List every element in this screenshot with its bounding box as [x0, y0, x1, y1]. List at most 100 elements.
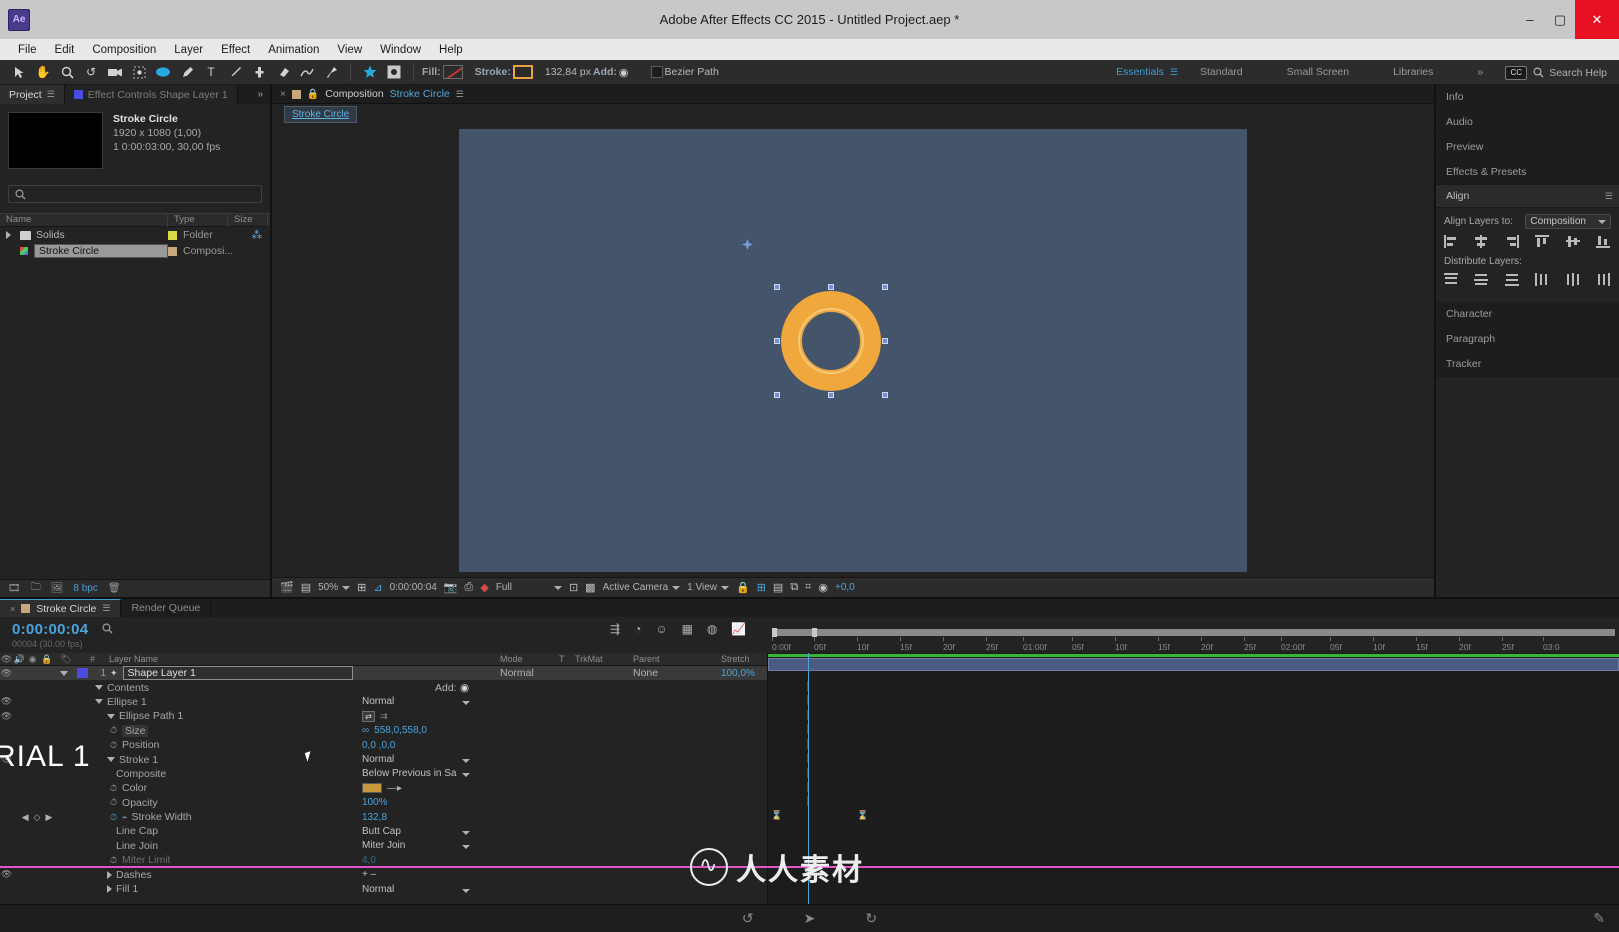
close-button[interactable]: ✕: [1575, 0, 1619, 39]
opacity-value-cell[interactable]: 100%: [362, 797, 388, 808]
table-row[interactable]: ⏱ Color —▸: [0, 781, 767, 795]
tab-render-queue[interactable]: Render Queue: [121, 599, 212, 617]
layer-name-column[interactable]: Layer Name: [99, 654, 494, 664]
lock-view-icon[interactable]: 🔒: [736, 581, 750, 594]
position-value-cell[interactable]: 0,0 ,0,0: [362, 740, 395, 751]
list-item[interactable]: Solids Folder ⁂: [0, 227, 270, 243]
tab-effect-controls[interactable]: Effect Controls Shape Layer 1: [64, 85, 238, 104]
size-value[interactable]: 558,0,558,0: [374, 725, 427, 736]
align-right-icon[interactable]: [1505, 235, 1520, 248]
keyframe-diamond-icon[interactable]: ◇: [34, 812, 41, 823]
position-stopwatch-icon[interactable]: ⏱: [110, 740, 117, 751]
table-row[interactable]: Fill 1 Normal: [0, 882, 767, 896]
rotation-tool-icon[interactable]: ↺: [80, 62, 102, 83]
align-left-icon[interactable]: [1444, 235, 1459, 248]
bezier-path-checkbox[interactable]: [650, 66, 663, 78]
selection-handle[interactable]: [774, 284, 780, 290]
menu-layer[interactable]: Layer: [166, 42, 211, 58]
color-value-cell[interactable]: —▸: [362, 783, 402, 794]
next-keyframe-icon[interactable]: ▶: [45, 812, 52, 823]
new-comp-icon[interactable]: 🎞: [8, 583, 21, 594]
hand-tool-icon[interactable]: ✋: [32, 62, 54, 83]
line-join-select[interactable]: Miter Join: [362, 840, 470, 851]
dashes-visibility-toggle[interactable]: 👁: [0, 869, 13, 880]
stroke-width-value-cell[interactable]: 132,8: [362, 812, 387, 823]
current-time-indicator[interactable]: [808, 653, 809, 932]
selection-handle[interactable]: [774, 392, 780, 398]
timeline-ruler[interactable]: 0:00f 05f 10f 15f 20f 25f 01:00f 05f 10f…: [768, 617, 1619, 653]
line-cap-select[interactable]: Butt Cap: [362, 826, 470, 837]
selection-handle[interactable]: [828, 284, 834, 290]
menu-view[interactable]: View: [329, 42, 370, 58]
work-area-bar[interactable]: [772, 628, 1615, 637]
align-center-vertical-icon[interactable]: [1565, 235, 1581, 248]
align-panel-menu-icon[interactable]: ☰: [1605, 191, 1613, 202]
new-footage-icon[interactable]: 🖼: [51, 583, 64, 594]
minimize-button[interactable]: –: [1515, 0, 1545, 39]
creative-cloud-icon[interactable]: CC: [1505, 65, 1528, 80]
menu-animation[interactable]: Animation: [260, 42, 327, 58]
lock-icon[interactable]: 🔒: [307, 89, 319, 100]
table-row[interactable]: ⏱ Opacity 100%: [0, 796, 767, 810]
panel-paragraph[interactable]: Paragraph: [1436, 327, 1619, 352]
panel-effects-presets[interactable]: Effects & Presets: [1436, 160, 1619, 185]
work-area-start-handle[interactable]: [772, 628, 777, 637]
toggle-transparency-grid-icon[interactable]: ▤: [301, 581, 311, 594]
tab-project[interactable]: Project ☰: [0, 85, 65, 104]
new-folder-icon[interactable]: 🗀: [31, 580, 41, 597]
keyframe-marker[interactable]: ⌛: [857, 810, 868, 821]
column-type[interactable]: Type: [168, 213, 228, 227]
layer-name-input[interactable]: Shape Layer 1: [122, 666, 353, 681]
group-visibility-toggle[interactable]: 👁: [0, 696, 13, 707]
draft-3d-icon[interactable]: ◔: [634, 622, 641, 636]
prev-keyframe-icon[interactable]: ◀: [22, 812, 29, 823]
size-stopwatch-icon[interactable]: ⏱: [110, 725, 117, 736]
stroke-color-swatch[interactable]: [362, 783, 382, 794]
close-tab-icon[interactable]: ×: [280, 89, 286, 100]
layer-duration-bar[interactable]: [768, 658, 1619, 671]
rotate-right-icon[interactable]: ↻: [865, 910, 877, 927]
take-snapshot-icon[interactable]: 📷: [444, 581, 458, 594]
maximize-button[interactable]: ▢: [1545, 0, 1575, 39]
timeline-search-input[interactable]: [102, 623, 113, 634]
pen-tool-icon[interactable]: [176, 62, 198, 83]
delete-icon[interactable]: 🗑: [108, 583, 121, 594]
dashes-buttons[interactable]: + –: [362, 869, 376, 880]
project-search-input[interactable]: [8, 185, 262, 203]
current-timecode[interactable]: 0:00:00:04 00004 (30.00 fps): [0, 617, 88, 649]
path-visibility-toggle[interactable]: 👁: [0, 711, 13, 722]
viewer-time-display[interactable]: 0:00:00:04: [390, 582, 437, 593]
zoom-level-select[interactable]: 50%: [318, 582, 351, 593]
dashes-twirl-toggle[interactable]: [107, 870, 112, 879]
selection-handle[interactable]: [828, 392, 834, 398]
panel-character[interactable]: Character: [1436, 302, 1619, 327]
table-row[interactable]: 👁 Ellipse Path 1 ⇄ ⇉: [0, 709, 767, 723]
path-direction-buttons[interactable]: ⇄ ⇉: [362, 710, 388, 722]
path-direction-2-icon[interactable]: ⇉: [380, 711, 388, 722]
show-channel-icon[interactable]: ◆: [480, 581, 488, 594]
puppet-pin-tool-icon[interactable]: [320, 62, 342, 83]
panel-audio[interactable]: Audio: [1436, 110, 1619, 135]
table-row[interactable]: ⏱ Position 0,0 ,0,0: [0, 738, 767, 752]
stroke-mode-select[interactable]: Normal: [362, 754, 470, 765]
views-select[interactable]: 1 View: [687, 582, 729, 593]
panel-info[interactable]: Info: [1436, 85, 1619, 110]
resolution-select[interactable]: Full: [496, 582, 562, 593]
viewer-comp-name[interactable]: Stroke Circle: [390, 88, 450, 100]
align-panel-header[interactable]: Align ☰: [1436, 185, 1619, 208]
path-direction-1-icon[interactable]: ⇄: [362, 710, 375, 722]
stroke-width-stopwatch-icon[interactable]: ⏱: [110, 812, 117, 823]
size-value-cell[interactable]: ∞ 558,0,558,0: [362, 725, 427, 736]
fill-swatch[interactable]: [442, 65, 463, 79]
transparency-grid-icon[interactable]: ▩: [585, 581, 595, 594]
contents-twirl-toggle[interactable]: [95, 685, 103, 691]
layer-parent-value[interactable]: None: [625, 667, 715, 679]
fill-twirl-toggle[interactable]: [107, 885, 112, 894]
constrain-proportions-icon[interactable]: ∞: [362, 725, 369, 736]
timeline-graph[interactable]: ⌛ ⌛: [768, 653, 1619, 932]
always-preview-icon[interactable]: 🎬: [280, 581, 294, 594]
tab-stroke-circle[interactable]: × Stroke Circle ☰: [0, 599, 122, 617]
table-row[interactable]: Contents Add: ◉: [0, 680, 767, 694]
brush-tool-icon[interactable]: [224, 62, 246, 83]
keyframe-navigator[interactable]: ◀ ◇ ▶: [14, 812, 60, 823]
